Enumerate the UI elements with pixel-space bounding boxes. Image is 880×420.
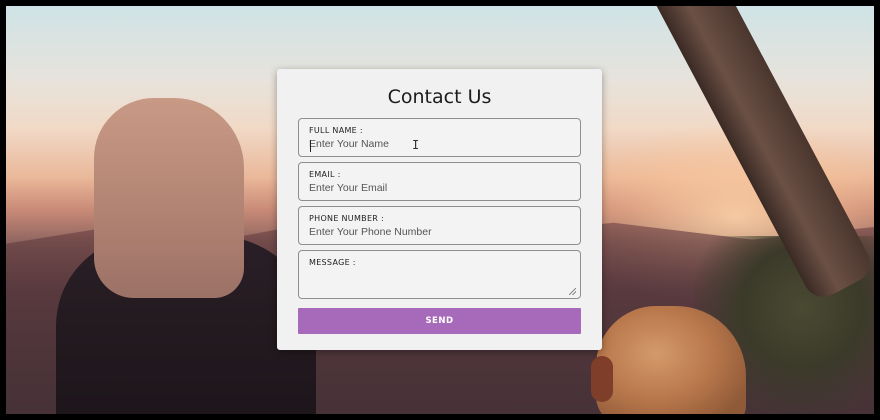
person-hair <box>94 98 244 298</box>
phone-number-input[interactable] <box>309 226 569 238</box>
email-field[interactable]: EMAIL : <box>298 162 581 201</box>
dog-ear <box>591 356 613 402</box>
phone-number-field[interactable]: PHONE NUMBER : <box>298 206 581 245</box>
text-caret <box>310 140 311 152</box>
text-cursor-icon: I <box>412 138 420 152</box>
message-textarea[interactable] <box>309 270 571 296</box>
full-name-field[interactable]: FULL NAME : I <box>298 118 581 157</box>
form-title: Contact Us <box>387 86 492 108</box>
resize-grip-icon[interactable] <box>569 288 576 295</box>
phone-number-label: PHONE NUMBER : <box>309 214 385 223</box>
message-field[interactable]: MESSAGE : <box>298 250 581 299</box>
contact-form-card: Contact Us FULL NAME : I EMAIL : PHONE N… <box>277 69 602 350</box>
message-label: MESSAGE : <box>309 258 356 267</box>
email-label: EMAIL : <box>309 170 341 179</box>
email-input[interactable] <box>309 182 569 194</box>
full-name-label: FULL NAME : <box>309 126 363 135</box>
full-name-input[interactable] <box>309 138 569 150</box>
send-button[interactable]: SEND <box>298 308 581 334</box>
